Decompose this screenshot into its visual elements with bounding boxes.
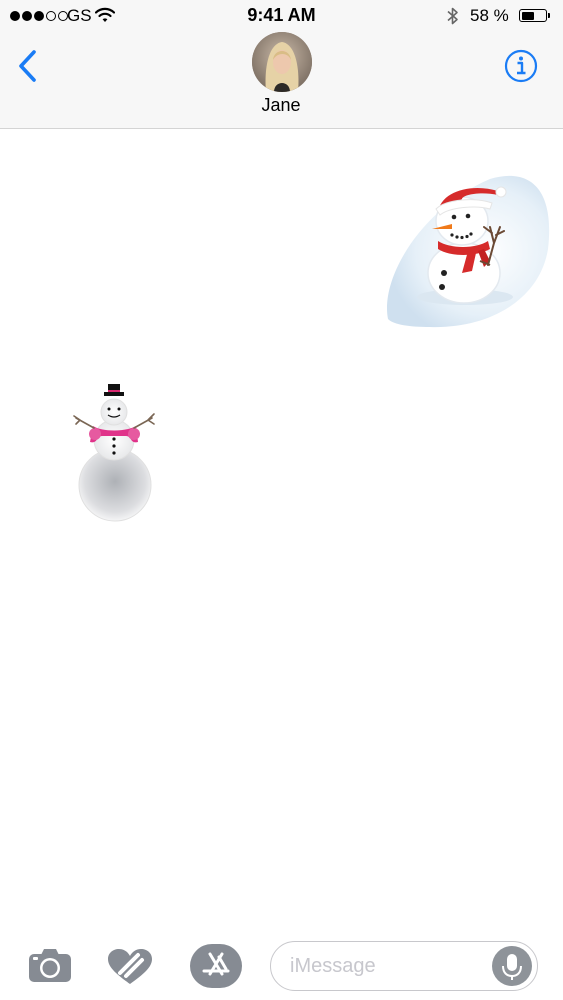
- snowman-sticker-received[interactable]: [68, 384, 163, 524]
- battery-icon: [519, 9, 547, 22]
- conversation-header: Jane: [0, 32, 563, 129]
- chevron-left-icon[interactable]: [14, 48, 44, 84]
- message-input-bar: iMessage: [0, 930, 563, 1000]
- message-list: [0, 129, 563, 929]
- battery-percent: 58 %: [470, 6, 509, 25]
- microphone-icon[interactable]: [492, 946, 532, 986]
- imessage-placeholder: iMessage: [290, 955, 376, 977]
- digital-touch-icon[interactable]: [106, 948, 154, 986]
- contact-name[interactable]: Jane: [231, 95, 331, 116]
- status-bar: GS 9:41 AM 58 %: [0, 0, 563, 32]
- info-circle-icon[interactable]: [503, 48, 539, 84]
- bluetooth-icon: [447, 7, 458, 25]
- app-store-icon[interactable]: [190, 944, 242, 988]
- imessage-input[interactable]: iMessage: [270, 941, 538, 991]
- camera-icon[interactable]: [28, 947, 72, 983]
- snowman-sticker-sent[interactable]: [380, 169, 550, 329]
- avatar[interactable]: [252, 32, 312, 92]
